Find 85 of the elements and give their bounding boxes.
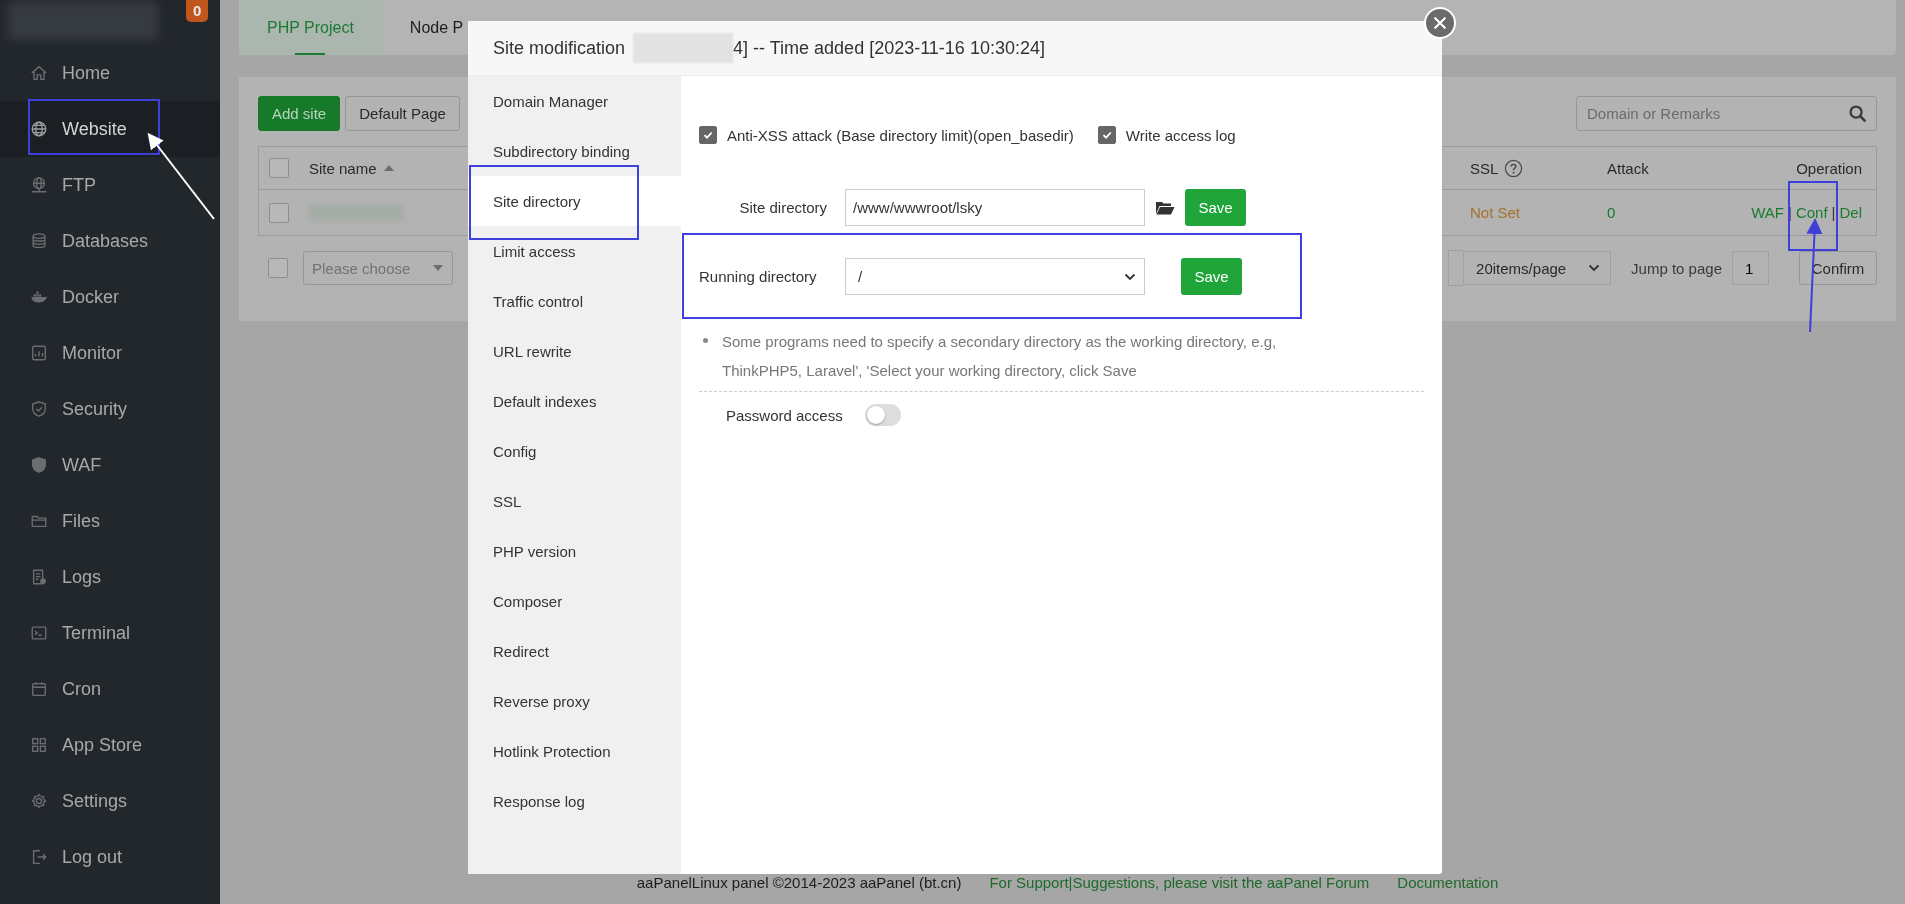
nav-item[interactable]: Config [468,426,681,476]
bullet-icon [703,338,708,343]
calendar-icon [30,680,48,698]
sidebar-item[interactable]: App Store [0,717,220,773]
sidebar-item[interactable]: Log out [0,829,220,885]
chevron-icon [1124,272,1136,281]
checkbox[interactable] [699,126,717,144]
column-header: Operation [1796,159,1862,177]
sidebar-item[interactable]: Cron [0,661,220,717]
terminal-icon [30,624,48,642]
jump-label: Jump to page [1631,259,1722,277]
sidebar-item[interactable]: Monitor [0,325,220,381]
globe-icon [30,120,48,138]
monitor-icon [30,344,48,362]
table-cell: Not Set [1470,204,1521,221]
nav-item[interactable]: PHP version [468,526,681,576]
directory-field[interactable]: /www/wwwroot/lsky [845,189,1145,226]
search-field[interactable]: Domain or Remarks [1576,96,1877,131]
checkbox-label: Write access log [1125,126,1236,144]
checkbox[interactable] [268,258,288,278]
sidebar-item[interactable]: Databases [0,213,220,269]
page-size-select[interactable]: 20items/page [1463,251,1612,285]
nav-item[interactable]: Response log [468,776,681,826]
column-header[interactable]: Site name [309,159,377,177]
sidebar-item[interactable]: Settings [0,773,220,829]
database-icon [30,232,48,250]
gear-icon [30,792,48,810]
nav-item[interactable]: Traffic control [468,276,681,326]
sidebar-item[interactable]: Docker [0,269,220,325]
nav-item[interactable]: SSL [468,476,681,526]
logout-icon [30,848,48,866]
nav-item[interactable]: Hotlink Protection [468,726,681,776]
separator: | [1831,204,1836,221]
nav-item[interactable]: Domain Manager [468,76,681,126]
nav-item[interactable]: Limit access [468,226,681,276]
close-icon [1432,15,1448,31]
nav-item[interactable]: Reverse proxy [468,676,681,726]
home-icon [30,64,48,82]
check-icon [1100,129,1113,141]
search-icon [1848,104,1867,123]
highlight-frame [1788,181,1838,251]
check-icon [702,129,714,141]
chevron-icon [1588,264,1601,272]
directory-select[interactable]: / [845,258,1145,295]
help-note: Some programs need to specify a secondary directory as the working directory, e.g, ThinkPHP5, Laravel', 'Select your working directory, click Save [722,332,1278,381]
sort-icon[interactable] [382,164,395,172]
waf-icon [30,456,48,474]
dialog-title: Site modification [493,37,626,59]
column-header: Attack [1607,159,1649,177]
logs-icon [30,568,48,586]
sidebar-item[interactable]: Files [0,493,220,549]
nav-item[interactable]: Subdirectory binding [468,126,681,176]
page-input[interactable]: 1 [1732,251,1769,285]
checkbox[interactable] [269,202,289,223]
table-cell: 0 [1607,204,1616,221]
dialog-title: 4] -- Time added [2023-11-16 10:30:24] [733,37,1045,59]
sidebar-item[interactable]: Home [0,45,220,101]
default-page-button[interactable]: Default Page [345,96,460,131]
sidebar-item[interactable]: Website [0,101,220,157]
grid-icon [30,736,48,754]
shield-icon [30,400,48,418]
notification-badge: 0 [186,0,209,22]
nav-item[interactable]: Redirect [468,626,681,676]
folder-icon[interactable] [1155,199,1175,216]
checkbox[interactable] [269,158,289,178]
sidebar-item[interactable]: Terminal [0,605,220,661]
sidebar-item[interactable]: Logs [0,549,220,605]
nav-item[interactable]: URL rewrite [468,326,681,376]
column-header: SSL [1470,159,1499,177]
field-label: Site directory [738,199,828,216]
sidebar-item[interactable]: Security [0,381,220,437]
help-icon[interactable] [1504,158,1524,178]
checkbox-label: Anti-XSS attack (Base directory limit)(open_basedir) [727,126,1074,144]
field-label: Running directory [699,268,818,285]
copyright-text: aaPanelLinux panel ©2014-2023 aaPanel (bt.cn) [636,874,962,891]
ftp-icon [30,176,48,194]
checkbox[interactable] [1097,126,1116,144]
toggle-switch[interactable] [864,404,901,426]
sidebar-item[interactable]: WAF [0,437,220,493]
caret-icon [432,264,444,272]
nav-item[interactable]: Site directory [468,176,681,226]
toggle-label: Password access [726,406,843,424]
sidebar-item[interactable]: FTP [0,157,220,213]
nav-item[interactable]: Default indexes [468,376,681,426]
nav-item[interactable]: Composer [468,576,681,626]
